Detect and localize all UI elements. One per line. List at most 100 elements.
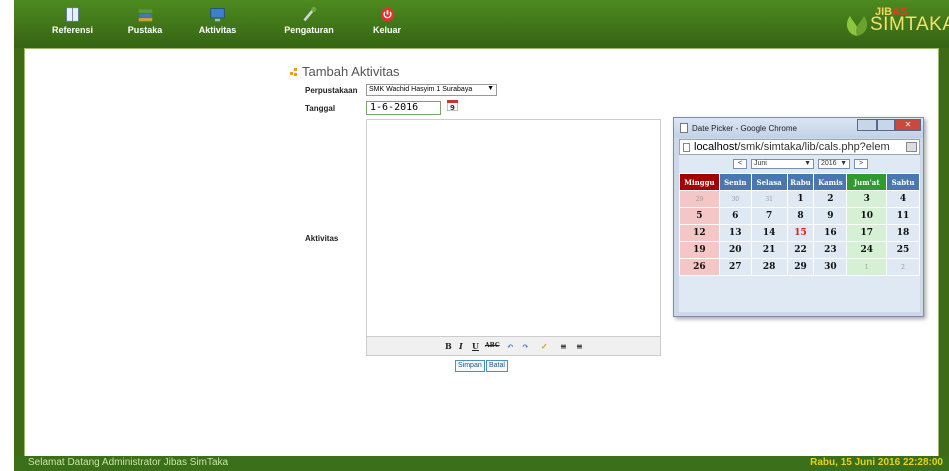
calendar-day[interactable]: 27 — [718, 258, 752, 276]
unordered-list-icon[interactable]: ≡ — [560, 341, 567, 351]
calendar-day[interactable]: 1 — [846, 258, 888, 276]
power-icon — [380, 7, 394, 22]
weekday-header: Senin — [718, 173, 752, 191]
calendar-icon[interactable]: 9 — [447, 100, 458, 111]
calendar-day[interactable]: 18 — [886, 224, 920, 242]
undo-icon[interactable]: ↶ — [507, 341, 514, 351]
calendar-body: < Juni ▼ 2016 ▼ > Minggu Senin Selasa Rabu… — [679, 155, 920, 312]
calendar-day[interactable]: 29 — [679, 190, 720, 208]
calendar-day[interactable]: 1 — [786, 190, 815, 208]
nav-label: Keluar — [372, 25, 401, 35]
date-picker-titlebar: Date Picker - Google Chrome ✕ — [674, 118, 923, 138]
book-icon — [66, 7, 79, 22]
weekday-header: Jum'at — [846, 173, 888, 191]
save-button[interactable]: Simpan — [455, 360, 485, 372]
redo-icon[interactable]: ↷ — [522, 341, 529, 351]
translate-icon[interactable] — [906, 142, 917, 152]
activity-label: Aktivitas — [305, 234, 339, 243]
strikethrough-button[interactable]: ABC — [485, 342, 500, 349]
calendar-day[interactable]: 10 — [846, 207, 888, 225]
date-label: Tanggal — [305, 104, 336, 113]
calendar-day[interactable]: 31 — [750, 190, 788, 208]
calendar-day[interactable]: 6 — [718, 207, 752, 225]
calendar-day[interactable]: 15 — [786, 224, 815, 242]
nav-pengaturan[interactable]: Pengaturan — [278, 3, 340, 47]
activity-editor[interactable] — [366, 119, 661, 355]
calendar-day[interactable]: 30 — [718, 190, 752, 208]
ordered-list-icon[interactable]: ≡ — [576, 341, 583, 351]
calendar-day[interactable]: 9 — [813, 207, 848, 225]
calendar-day[interactable]: 5 — [679, 207, 720, 225]
calendar-day[interactable]: 24 — [846, 241, 888, 259]
calendar-day[interactable]: 26 — [679, 258, 720, 276]
calendar-day[interactable]: 2 — [886, 258, 920, 276]
monitor-icon — [210, 8, 225, 22]
calendar-day[interactable]: 22 — [786, 241, 815, 259]
next-month-button[interactable]: > — [854, 159, 868, 169]
calendar-day[interactable]: 29 — [786, 258, 815, 276]
nav-label: Pengaturan — [284, 25, 334, 35]
calendar-day[interactable]: 14 — [750, 224, 788, 242]
app-window: Referensi Pustaka Aktivitas Pengaturan K… — [0, 0, 949, 471]
status-bar: Selamat Datang Administrator Jibas SimTa… — [14, 456, 949, 471]
weekday-header: Minggu — [679, 173, 720, 191]
address-bar[interactable]: localhost/smk/simtaka/lib/cals.php?elem — [679, 139, 920, 155]
calendar-day[interactable]: 28 — [750, 258, 788, 276]
weekday-header: Kamis — [813, 173, 848, 191]
nav-label: Pustaka — [127, 25, 163, 35]
calendar-day[interactable]: 13 — [718, 224, 752, 242]
calendar-day[interactable]: 16 — [813, 224, 848, 242]
calendar-grid: Minggu Senin Selasa Rabu Kamis Jum'at Sa… — [679, 173, 920, 276]
clean-format-icon[interactable]: ✓ — [541, 341, 548, 351]
calendar-day[interactable]: 19 — [679, 241, 720, 259]
date-picker-window: Date Picker - Google Chrome ✕ localhost/… — [673, 117, 924, 317]
calendar-day[interactable]: 12 — [679, 224, 720, 242]
calendar-week-row: 26 27 28 29 30 1 2 — [679, 258, 920, 276]
close-button[interactable]: ✕ — [895, 119, 921, 131]
calendar-day[interactable]: 17 — [846, 224, 888, 242]
svg-text:9: 9 — [450, 104, 455, 111]
nav-label: Referensi — [51, 25, 94, 35]
calendar-day[interactable]: 7 — [750, 207, 788, 225]
calendar-day[interactable]: 30 — [813, 258, 848, 276]
nav-pustaka[interactable]: Pustaka — [120, 3, 170, 47]
calendar-day[interactable]: 2 — [813, 190, 848, 208]
calendar-day[interactable]: 20 — [718, 241, 752, 259]
calendar-week-row: 29 30 31 1 2 3 4 — [679, 190, 920, 208]
nav-aktivitas[interactable]: Aktivitas — [190, 3, 245, 47]
calendar-day[interactable]: 21 — [750, 241, 788, 259]
calendar-day[interactable]: 11 — [886, 207, 920, 225]
dots-icon — [290, 68, 297, 76]
month-select[interactable]: Juni ▼ — [751, 159, 814, 169]
page-title: Tambah Aktivitas — [302, 64, 400, 79]
weekday-header: Rabu — [786, 173, 815, 191]
calendar-week-row: 5 6 7 8 9 10 11 — [679, 207, 920, 225]
weekday-header: Sabtu — [886, 173, 920, 191]
bold-button[interactable]: B — [445, 341, 452, 351]
prev-month-button[interactable]: < — [733, 159, 747, 169]
calendar-day[interactable]: 25 — [886, 241, 920, 259]
calendar-day[interactable]: 23 — [813, 241, 848, 259]
url-path: /smk/simtaka/lib/cals.php?elem — [737, 141, 890, 153]
calendar-day[interactable]: 4 — [886, 190, 920, 208]
underline-button[interactable]: U — [472, 341, 479, 351]
books-stack-icon — [138, 9, 152, 22]
date-input[interactable]: 1-6-2016 — [366, 101, 441, 115]
editor-toolbar: B I U ABC ↶ ↷ ✓ ≡ ≡ — [366, 336, 661, 356]
library-select[interactable]: SMK Wachid Hasyim 1 Surabaya ▼ — [366, 84, 497, 96]
cancel-button[interactable]: Batal — [486, 360, 508, 372]
year-select[interactable]: 2016 ▼ — [818, 159, 850, 169]
minimize-button[interactable] — [857, 119, 877, 131]
page-icon — [680, 123, 688, 133]
weekday-header: Selasa — [750, 173, 788, 191]
welcome-text: Selamat Datang Administrator Jibas SimTa… — [28, 457, 229, 468]
maximize-button[interactable] — [877, 119, 895, 131]
nav-referensi[interactable]: Referensi — [45, 3, 100, 47]
calendar-day[interactable]: 3 — [846, 190, 888, 208]
calendar-week-row: 19 20 21 22 23 24 25 — [679, 241, 920, 259]
logo-simtaka-text: SIMTAKA — [870, 14, 949, 35]
italic-button[interactable]: I — [459, 341, 463, 351]
date-picker-title: Date Picker - Google Chrome — [692, 124, 797, 133]
nav-keluar[interactable]: Keluar — [367, 3, 407, 47]
calendar-day[interactable]: 8 — [786, 207, 815, 225]
